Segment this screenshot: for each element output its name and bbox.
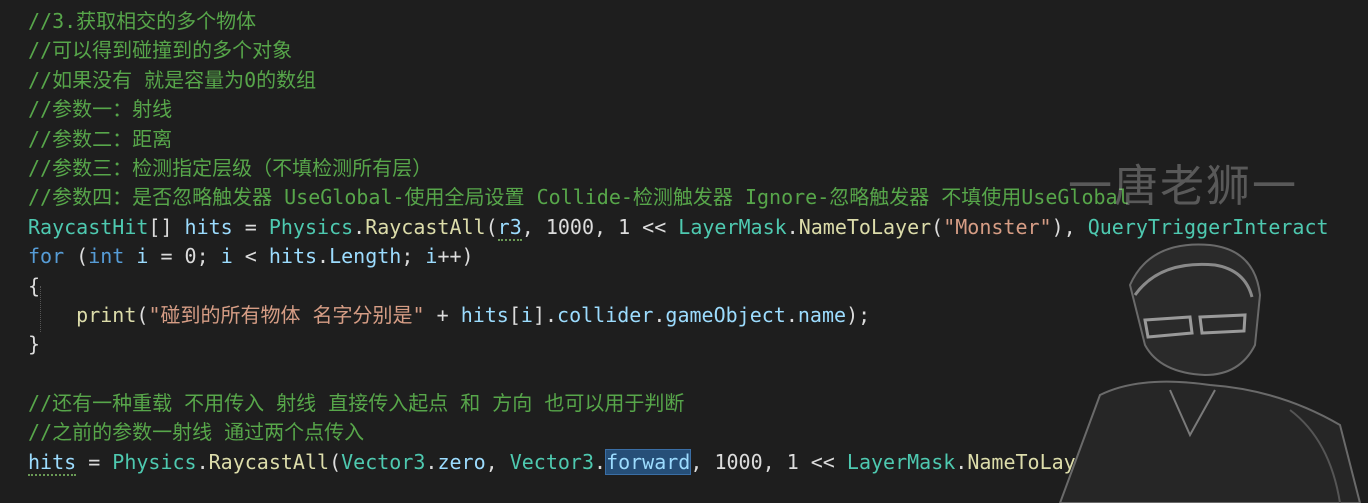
code-token-punctuation: ].	[532, 302, 558, 327]
code-token-punctuation: .	[353, 214, 366, 239]
code-area[interactable]: //3.获取相交的多个物体 //可以得到碰撞到的多个对象 //如果没有 就是容量为0…	[28, 7, 1356, 477]
code-token-method: NameToLayer	[967, 449, 1100, 474]
code-token-comment: //参数二：距离	[28, 126, 173, 151]
code-token-punctuation: .	[594, 449, 607, 474]
code-token-type: QueryT	[1256, 449, 1329, 474]
code-token-method: RaycastAll	[208, 449, 330, 474]
code-token-identifier: i	[425, 244, 438, 269]
code-token-punctuation: (	[136, 302, 149, 327]
code-token-comment: //3.获取相交的多个物体	[28, 9, 257, 33]
code-token-punctuation: .	[196, 449, 209, 474]
code-token-type: Physics	[268, 214, 354, 239]
code-token-punctuation	[124, 244, 136, 268]
code-token-comment: //可以得到碰撞到的多个对象	[28, 38, 293, 63]
code-token-identifier: zero	[437, 449, 486, 474]
code-token-type: RaycastHit	[28, 214, 149, 239]
code-token-punctuation: , 1000, 1 <<	[690, 449, 847, 474]
code-token-punctuation: ,	[485, 449, 510, 474]
code-token-comment: //参数四：是否忽略触发器 UseGlobal-使用全局设置 Collide-检…	[28, 185, 1130, 210]
code-token-punctuation: (	[1099, 449, 1112, 474]
code-token-string: "Monster"	[1111, 449, 1221, 474]
code-token-punctuation: );	[846, 302, 871, 327]
code-token-identifier: hits	[460, 302, 509, 327]
code-token-punctuation: .	[653, 302, 666, 327]
code-line[interactable]: //参数二：距离	[28, 125, 1356, 154]
code-token-identifier: name	[797, 302, 847, 327]
code-token-punctuation: }	[28, 332, 41, 357]
code-token-punctuation: =	[76, 449, 113, 474]
code-line[interactable]: //之前的参数一射线 通过两个点传入	[28, 418, 1356, 447]
code-token-punctuation: .	[786, 214, 799, 239]
code-token-keyword: int	[88, 244, 125, 269]
code-token-comment: //还有一种重载 不用传入 射线 直接传入起点 和 方向 也可以用于判断	[28, 391, 685, 416]
indent-guide	[40, 286, 41, 332]
code-token-punctuation: =	[232, 214, 269, 239]
code-token-type: LayerMask	[846, 449, 956, 474]
code-token-method: RaycastAll	[365, 214, 486, 239]
code-token-punctuation: ;	[401, 244, 426, 269]
code-token-identifier: i	[520, 302, 533, 327]
code-token-punctuation	[28, 303, 76, 327]
code-token-identifier: gameObject	[665, 302, 786, 327]
code-token-type: Vector3	[341, 449, 426, 474]
code-token-punctuation: (	[329, 449, 342, 474]
code-token-punctuation: .	[425, 449, 438, 474]
code-line[interactable]: }	[28, 330, 1356, 359]
code-token-type: LayerMask	[678, 214, 787, 239]
code-line[interactable]: //如果没有 就是容量为0的数组	[28, 66, 1356, 95]
code-token-punctuation: (	[485, 214, 498, 239]
code-token-keyword: for	[28, 244, 65, 269]
code-token-punctuation: [	[508, 302, 521, 327]
code-token-punctuation: .	[785, 302, 798, 327]
code-line[interactable]: //参数三：检测指定层级（不填检测所有层）	[28, 154, 1356, 183]
code-line[interactable]: {	[28, 272, 1356, 301]
code-line[interactable]: //3.获取相交的多个物体	[28, 7, 1356, 36]
code-token-string: "Monster"	[943, 214, 1052, 239]
code-line[interactable]: hits = Physics.RaycastAll(Vector3.zero, …	[28, 448, 1356, 477]
code-line[interactable]: RaycastHit[] hits = Physics.RaycastAll(r…	[28, 213, 1356, 242]
code-token-punctuation: ),	[1220, 449, 1257, 474]
code-token-method: print	[76, 302, 137, 327]
code-token-punctuation: .	[955, 449, 968, 474]
code-line[interactable]: //还有一种重载 不用传入 射线 直接传入起点 和 方向 也可以用于判断	[28, 389, 1356, 418]
code-line[interactable]: //参数一：射线	[28, 95, 1356, 124]
code-token-punctuation: .	[317, 244, 330, 269]
code-token-type: Vector3	[509, 449, 595, 474]
code-token-punctuation: (	[931, 214, 944, 239]
code-editor[interactable]: //3.获取相交的多个物体 //可以得到碰撞到的多个对象 //如果没有 就是容量为0…	[0, 0, 1368, 503]
code-token-punctuation: +	[424, 302, 461, 327]
code-token-identifier: r3	[497, 214, 522, 241]
code-line[interactable]	[28, 360, 1356, 389]
code-token-method: NameToLayer	[798, 214, 932, 239]
code-token-punctuation: , 1000, 1 <<	[521, 214, 679, 239]
code-token-punctuation: (	[64, 244, 89, 269]
code-token-punctuation: ++)	[437, 244, 474, 269]
code-token-identifier: Length	[329, 244, 402, 269]
code-token-comment: //参数一：射线	[28, 97, 173, 122]
code-token-identifier: hits	[28, 449, 77, 476]
code-token-type: Physics	[112, 449, 197, 474]
code-token-comment: //之前的参数一射线 通过两个点传入	[28, 420, 365, 445]
code-token-identifier: i	[220, 244, 233, 269]
code-line[interactable]: print("碰到的所有物体 名字分别是" + hits[i].collider…	[28, 301, 1356, 330]
code-token-comment: //如果没有 就是容量为0的数组	[28, 67, 317, 92]
code-token-punctuation: <	[232, 244, 269, 269]
code-line[interactable]: //参数四：是否忽略触发器 UseGlobal-使用全局设置 Collide-检…	[28, 183, 1356, 212]
code-line[interactable]: for (int i = 0; i < hits.Length; i++)	[28, 242, 1356, 271]
code-line[interactable]: //可以得到碰撞到的多个对象	[28, 36, 1356, 65]
code-token-string: "碰到的所有物体 名字分别是"	[148, 302, 425, 327]
code-token-identifier: i	[136, 244, 149, 269]
code-token-punctuation: = 0;	[148, 244, 221, 269]
code-token-type: QueryTriggerInteract	[1087, 214, 1329, 239]
code-token-punctuation: ),	[1051, 214, 1088, 239]
code-token-punctuation: []	[148, 214, 185, 239]
code-token-punctuation: {	[28, 273, 41, 298]
selected-text: forward	[605, 448, 692, 475]
code-token-identifier: collider	[557, 302, 654, 327]
code-token-identifier: hits	[268, 244, 318, 269]
code-token-identifier: hits	[184, 214, 233, 239]
code-token-comment: //参数三：检测指定层级（不填检测所有层）	[28, 155, 433, 180]
